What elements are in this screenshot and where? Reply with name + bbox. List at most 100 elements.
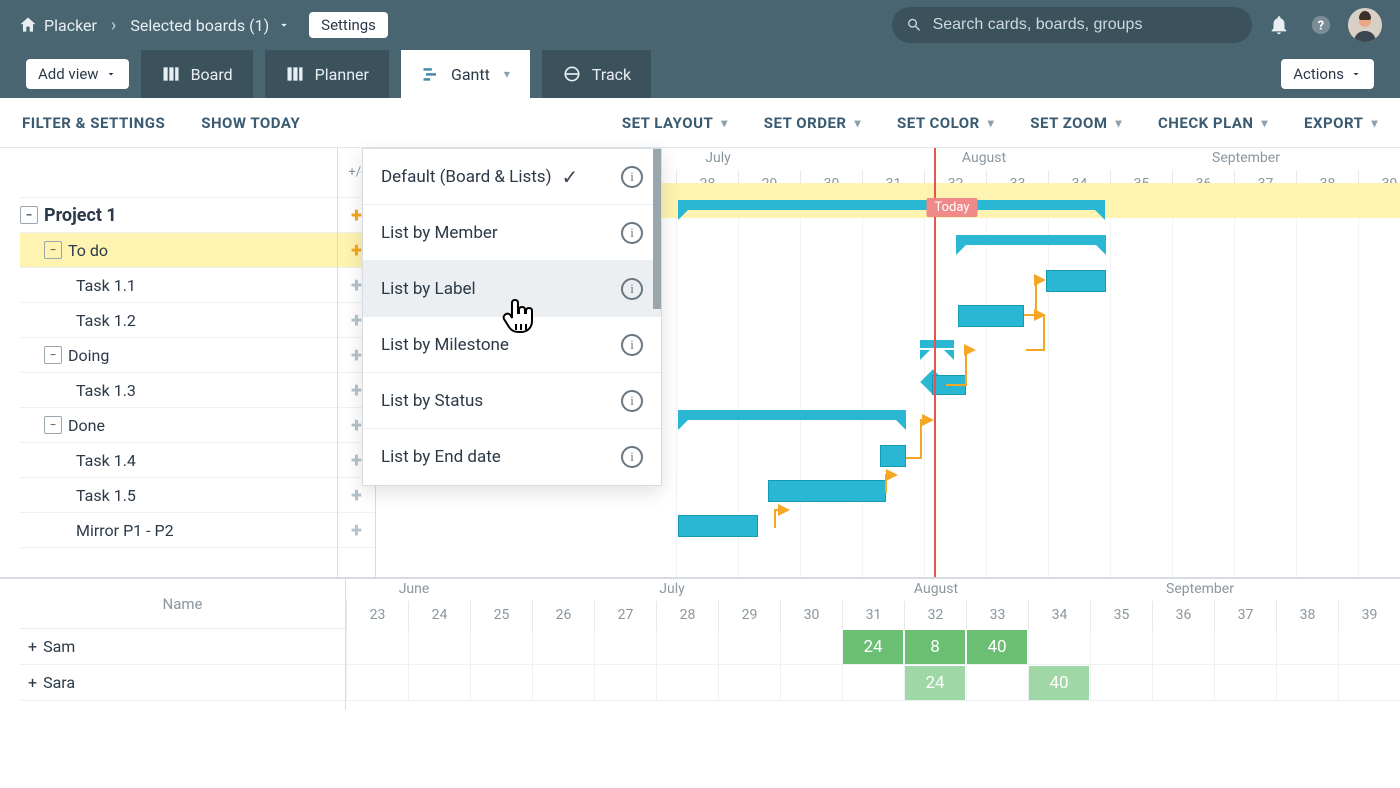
list-done[interactable]: −Done <box>20 408 337 443</box>
tab-board[interactable]: Board <box>141 50 253 98</box>
tab-planner-label: Planner <box>315 65 369 84</box>
check-plan-button[interactable]: CHECK PLAN▾ <box>1158 114 1268 132</box>
group-bracket[interactable] <box>956 235 1106 245</box>
workload-cell[interactable]: 8 <box>905 630 965 664</box>
expand-icon[interactable]: + <box>28 637 37 656</box>
bell-icon <box>1268 14 1290 36</box>
notifications-button[interactable] <box>1264 10 1294 40</box>
tab-track-label: Track <box>592 65 631 84</box>
info-icon[interactable]: i <box>621 446 643 468</box>
list-todo[interactable]: −To do <box>20 233 337 268</box>
gantt-bar[interactable] <box>932 375 966 395</box>
task-row[interactable]: Task 1.1 <box>20 268 337 303</box>
collapse-icon[interactable]: − <box>44 241 62 259</box>
layout-option-member[interactable]: List by Member i <box>363 205 661 261</box>
set-order-button[interactable]: SET ORDER▾ <box>764 114 861 132</box>
home-icon <box>18 15 38 35</box>
task-row[interactable]: Task 1.3 <box>20 373 337 408</box>
add-view-button[interactable]: Add view <box>26 59 129 89</box>
week-cell: 24 <box>408 601 470 629</box>
help-button[interactable]: ? <box>1306 10 1336 40</box>
gantt-bar[interactable] <box>880 445 906 467</box>
collapse-icon[interactable]: − <box>44 416 62 434</box>
export-label: EXPORT <box>1304 114 1363 132</box>
list-doing[interactable]: −Doing <box>20 338 337 373</box>
show-today-button[interactable]: SHOW TODAY <box>201 114 300 132</box>
task-label: Task 1.3 <box>76 381 136 400</box>
week-cell: 28 <box>656 601 718 629</box>
workload-cell[interactable]: 40 <box>1029 666 1089 700</box>
workload-cell[interactable]: 24 <box>905 666 965 700</box>
project-row[interactable]: −Project 1 <box>20 198 337 233</box>
workload-cell[interactable]: 40 <box>967 630 1027 664</box>
user-avatar[interactable] <box>1348 8 1382 42</box>
task-row[interactable]: Task 1.5 <box>20 478 337 513</box>
week-cell: 30 <box>780 601 842 629</box>
layout-option-status[interactable]: List by Status i <box>363 373 661 429</box>
collapse-icon[interactable]: − <box>20 206 38 224</box>
resource-timeline[interactable]: June July August September 2324252627282… <box>346 579 1400 710</box>
set-color-button[interactable]: SET COLOR▾ <box>897 114 994 132</box>
week-cell: 26 <box>532 601 594 629</box>
home-link[interactable]: Placker <box>18 15 97 35</box>
group-bracket[interactable] <box>678 200 1105 210</box>
info-icon[interactable]: i <box>621 390 643 412</box>
resource-label: Sara <box>43 673 75 692</box>
export-button[interactable]: EXPORT ▾ <box>1304 114 1378 132</box>
info-icon[interactable]: i <box>621 222 643 244</box>
month-label: September <box>1166 581 1234 597</box>
info-icon[interactable]: i <box>621 166 643 188</box>
task-row[interactable]: Task 1.4 <box>20 443 337 478</box>
today-label: Today <box>926 198 977 217</box>
chevron-down-icon: ▾ <box>1371 116 1378 130</box>
week-cell: 33 <box>966 601 1028 629</box>
actions-label: Actions <box>1293 65 1344 83</box>
week-cell: 25 <box>470 601 532 629</box>
workload-cell[interactable]: 24 <box>843 630 903 664</box>
layout-option-default[interactable]: Default (Board & Lists)✓ i <box>363 149 661 205</box>
gantt-bar[interactable] <box>768 480 886 502</box>
tab-track[interactable]: Track <box>542 50 651 98</box>
tab-planner[interactable]: Planner <box>265 50 389 98</box>
collapse-icon[interactable]: − <box>44 346 62 364</box>
gantt-icon <box>421 64 441 84</box>
search-input[interactable] <box>933 16 1238 34</box>
group-bracket[interactable] <box>678 410 906 420</box>
set-zoom-button[interactable]: SET ZOOM▾ <box>1030 114 1122 132</box>
chevron-down-icon: ▾ <box>721 116 728 130</box>
filter-settings-button[interactable]: FILTER & SETTINGS <box>22 114 165 132</box>
month-label: August <box>962 150 1006 166</box>
week-cell: 32 <box>904 601 966 629</box>
avatar-icon <box>1348 8 1382 42</box>
resource-row[interactable]: +Sam <box>20 629 345 665</box>
set-layout-button[interactable]: SET LAYOUT ▾ <box>622 114 728 132</box>
add-button[interactable]: + <box>338 513 375 548</box>
gantt-bar[interactable] <box>678 515 758 537</box>
set-layout-label: SET LAYOUT <box>622 114 713 132</box>
layout-option-label: List by Status <box>381 391 483 411</box>
task-label: Task 1.5 <box>76 486 136 505</box>
search-box[interactable] <box>892 7 1252 43</box>
layout-option-label: Default (Board & Lists) <box>381 167 551 187</box>
chevron-down-icon <box>277 18 291 32</box>
boards-selector[interactable]: Selected boards (1) <box>130 16 291 35</box>
info-icon[interactable]: i <box>621 334 643 356</box>
scrollbar[interactable] <box>653 149 661 309</box>
tab-gantt[interactable]: Gantt ▾ <box>401 50 530 98</box>
task-row[interactable]: Mirror P1 - P2 <box>20 513 337 548</box>
actions-button[interactable]: Actions <box>1281 59 1374 89</box>
group-bracket[interactable] <box>920 340 954 348</box>
expand-icon[interactable]: + <box>28 673 37 692</box>
task-label: Task 1.2 <box>76 311 136 330</box>
info-icon[interactable]: i <box>621 278 643 300</box>
layout-option-enddate[interactable]: List by End date i <box>363 429 661 485</box>
gantt-toolbar: FILTER & SETTINGS SHOW TODAY SET LAYOUT ▾… <box>0 98 1400 148</box>
plus-icon: + <box>351 273 362 297</box>
search-icon <box>906 16 923 34</box>
task-row[interactable]: Task 1.2 <box>20 303 337 338</box>
layout-option-label: List by Member <box>381 223 498 243</box>
resource-row[interactable]: + Sara <box>20 665 345 701</box>
gantt-bar[interactable] <box>1046 270 1106 292</box>
gantt-bar[interactable] <box>958 305 1024 327</box>
settings-button[interactable]: Settings <box>309 12 388 38</box>
